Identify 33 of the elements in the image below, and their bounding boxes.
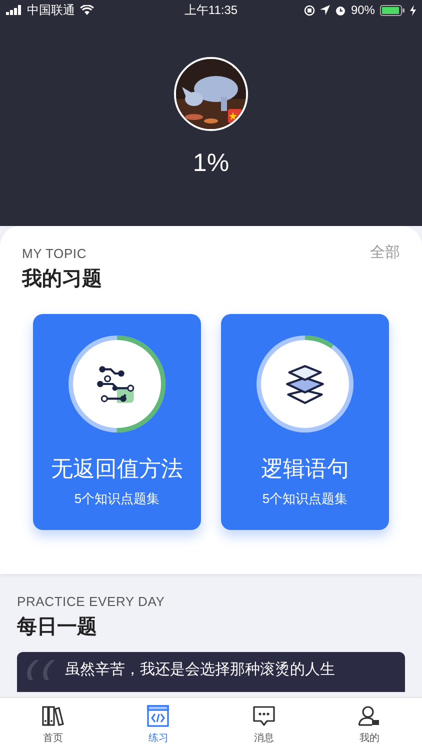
layers-icon <box>284 363 326 405</box>
carrier-name: 中国联通 <box>27 2 75 18</box>
tab[interactable]: 我的 <box>316 698 422 750</box>
code-icon <box>146 704 170 728</box>
quote-text: 虽然辛苦，我还是会选择那种滚烫的人生 <box>65 660 335 679</box>
card-subtitle: 5个知识点题集 <box>74 490 160 508</box>
topic-card[interactable]: 逻辑语句 5个知识点题集 <box>221 314 389 530</box>
card-title: 逻辑语句 <box>261 455 349 483</box>
chat-icon <box>252 704 276 728</box>
wifi-icon <box>80 5 94 15</box>
flag-badge-icon <box>228 109 242 123</box>
signal-icon <box>6 5 22 15</box>
books-icon <box>40 704 65 728</box>
section-title: 我的习题 <box>22 267 102 292</box>
tab[interactable]: 消息 <box>211 698 316 750</box>
section-subtitle: MY TOPIC <box>22 246 88 261</box>
alarm-icon <box>334 4 346 16</box>
user-icon <box>357 704 382 728</box>
tab[interactable]: 首页 <box>0 698 106 750</box>
topic-card[interactable]: 无返回值方法 5个知识点题集 <box>33 314 201 530</box>
tab[interactable]: 练习 <box>106 698 211 750</box>
charging-icon <box>410 4 416 16</box>
quote-card[interactable]: 虽然辛苦，我还是会选择那种滚烫的人生 <box>17 652 405 692</box>
battery-icon <box>380 4 405 16</box>
location-icon <box>320 5 330 15</box>
section-subtitle: PRACTICE EVERY DAY <box>17 594 166 609</box>
card-title: 无返回值方法 <box>51 455 183 483</box>
rotation-lock-icon <box>304 4 315 16</box>
status-time: 上午11:35 <box>184 2 238 18</box>
card-subtitle: 5个知识点题集 <box>262 490 348 508</box>
progress-percent: 1% <box>192 149 230 178</box>
section-title: 每日一题 <box>17 615 98 640</box>
battery-percent: 90% <box>350 3 375 17</box>
